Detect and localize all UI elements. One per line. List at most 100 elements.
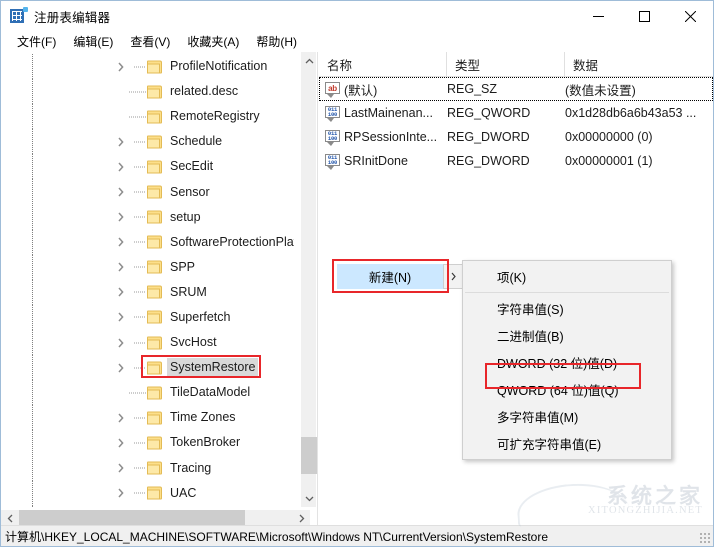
menu-new-expandable[interactable]: 可扩充字符串值(E) (463, 430, 671, 457)
chevron-right-icon[interactable] (118, 338, 128, 348)
tree-guide-line (32, 254, 33, 280)
menu-edit[interactable]: 编辑(E) (65, 31, 122, 52)
tree-connector-line (134, 492, 145, 494)
column-header-data[interactable]: 数据 (565, 52, 713, 76)
tree-scrollbar-thumb[interactable] (301, 437, 317, 474)
value-row[interactable]: ab (默认) REG_SZ (数值未设置) (319, 77, 713, 101)
folder-icon (147, 160, 162, 174)
chevron-right-icon[interactable] (118, 413, 128, 423)
tree-guide-line (32, 104, 33, 130)
tree-connector-line (134, 342, 145, 344)
menu-new-string[interactable]: 字符串值(S) (463, 295, 671, 322)
menu-new-dword32[interactable]: DWORD (32 位)值(D) (463, 349, 671, 376)
tree-connector-line (129, 392, 146, 394)
tree-item-uac[interactable]: UAC (1, 480, 294, 506)
value-name: RPSessionInte... (344, 130, 438, 144)
tree-item-schedule[interactable]: Schedule (1, 129, 294, 155)
context-menu-item-new[interactable]: 新建(N) (337, 264, 443, 289)
value-row[interactable]: 011 100 SRInitDone REG_DWORD 0x00000001 (1) (319, 149, 713, 173)
minimize-button[interactable] (575, 1, 621, 31)
values-column-header: 名称 类型 数据 (319, 52, 713, 77)
menu-view[interactable]: 查看(V) (122, 31, 179, 52)
menu-separator (465, 292, 669, 293)
menu-favorites[interactable]: 收藏夹(A) (179, 31, 248, 52)
tree-connector-line (134, 367, 145, 369)
tree-guide-line (32, 279, 33, 305)
registry-tree-pane: ProfileNotification related.desc RemoteReg… (1, 52, 318, 527)
value-row[interactable]: 011 100 LastMainenan... REG_QWORD 0x1d28db6a… (319, 101, 713, 125)
registry-tree[interactable]: ProfileNotification related.desc RemoteReg… (1, 52, 294, 507)
chevron-right-icon[interactable] (118, 363, 128, 373)
tree-item-tiledatamodel[interactable]: TileDataModel (1, 380, 294, 406)
string-value-icon: ab (325, 82, 340, 98)
tree-guide-line (32, 480, 33, 506)
tree-horizontal-scrollbar[interactable] (1, 509, 310, 527)
tree-item-sensor[interactable]: Sensor (1, 179, 294, 205)
tree-item-secedit[interactable]: SecEdit (1, 154, 294, 180)
column-header-type[interactable]: 类型 (447, 52, 565, 76)
column-header-name[interactable]: 名称 (319, 52, 447, 76)
tree-item-srum[interactable]: SRUM (1, 279, 294, 305)
tree-item-spp[interactable]: SPP (1, 254, 294, 280)
chevron-right-icon[interactable] (118, 62, 128, 72)
registry-editor-window: 注册表编辑器 文件(F) 编辑(E) 查看(V) 收藏夹(A) 帮助(H) Pr… (0, 0, 714, 547)
main-content: ProfileNotification related.desc RemoteReg… (1, 52, 713, 527)
scroll-down-icon[interactable] (301, 490, 317, 507)
menu-bar: 文件(F) 编辑(E) 查看(V) 收藏夹(A) 帮助(H) (1, 31, 713, 52)
binary-value-icon: 011 100 (325, 106, 340, 122)
tree-item-softwareprotectionplatf[interactable]: SoftwareProtectionPlatf (1, 229, 294, 255)
chevron-right-icon[interactable] (118, 162, 128, 172)
chevron-right-icon[interactable] (118, 438, 128, 448)
chevron-right-icon[interactable] (118, 312, 128, 322)
tree-item-profilenotification[interactable]: ProfileNotification (1, 54, 294, 80)
resize-grip-icon[interactable] (699, 532, 710, 543)
value-data: 0x1d28db6a6b43a53 ... (565, 106, 697, 120)
close-button[interactable] (667, 1, 713, 31)
menu-file[interactable]: 文件(F) (9, 31, 65, 52)
folder-icon (147, 386, 162, 400)
tree-item-label: TokenBroker (170, 435, 241, 450)
folder-icon (147, 486, 162, 500)
tree-vertical-scrollbar[interactable] (300, 52, 317, 507)
chevron-right-icon[interactable] (118, 137, 128, 147)
binary-value-icon: 011 100 (325, 130, 340, 146)
title-bar: 注册表编辑器 (1, 1, 713, 31)
tree-item-label: SecEdit (170, 159, 214, 174)
tree-item-tokenbroker[interactable]: TokenBroker (1, 430, 294, 456)
menu-new-multi-string[interactable]: 多字符串值(M) (463, 403, 671, 430)
tree-connector-line (134, 191, 145, 193)
chevron-right-icon[interactable] (118, 212, 128, 222)
chevron-right-icon[interactable] (118, 262, 128, 272)
value-row[interactable]: 011 100 RPSessionInte... REG_DWORD 0x0000000… (319, 125, 713, 149)
tree-guide-line (32, 54, 33, 80)
tree-item-related-desc[interactable]: related.desc (1, 79, 294, 105)
menu-new-key[interactable]: 项(K) (463, 263, 671, 290)
maximize-button[interactable] (621, 1, 667, 31)
value-data: (数值未设置) (565, 83, 636, 98)
tree-item-superfetch[interactable]: Superfetch (1, 304, 294, 331)
chevron-right-icon[interactable] (118, 463, 128, 473)
tree-item-time-zones[interactable]: Time Zones (1, 405, 294, 431)
folder-icon (147, 185, 162, 199)
chevron-right-icon[interactable] (118, 287, 128, 297)
value-type: REG_DWORD (447, 154, 530, 168)
tree-guide-line (32, 304, 33, 331)
tree-item-tracing[interactable]: Tracing (1, 455, 294, 481)
chevron-right-icon[interactable] (118, 237, 128, 247)
tree-item-label: Schedule (170, 134, 223, 149)
tree-item-unattendsettings[interactable]: UnattendSettings (1, 505, 294, 507)
tree-item-svchost[interactable]: SvcHost (1, 330, 294, 356)
chevron-right-icon[interactable] (118, 488, 128, 498)
chevron-right-icon[interactable] (118, 187, 128, 197)
folder-icon (147, 135, 162, 149)
tree-item-systemrestore[interactable]: SystemRestore (1, 355, 294, 381)
folder-icon (147, 60, 162, 74)
tree-item-label: UAC (170, 485, 197, 500)
menu-new-qword64[interactable]: QWORD (64 位)值(Q) (463, 376, 671, 403)
menu-new-binary[interactable]: 二进制值(B) (463, 322, 671, 349)
folder-icon (147, 461, 162, 475)
tree-item-remoteregistry[interactable]: RemoteRegistry (1, 104, 294, 130)
tree-item-setup[interactable]: setup (1, 204, 294, 230)
menu-help[interactable]: 帮助(H) (248, 31, 306, 52)
scroll-up-icon[interactable] (301, 52, 317, 69)
